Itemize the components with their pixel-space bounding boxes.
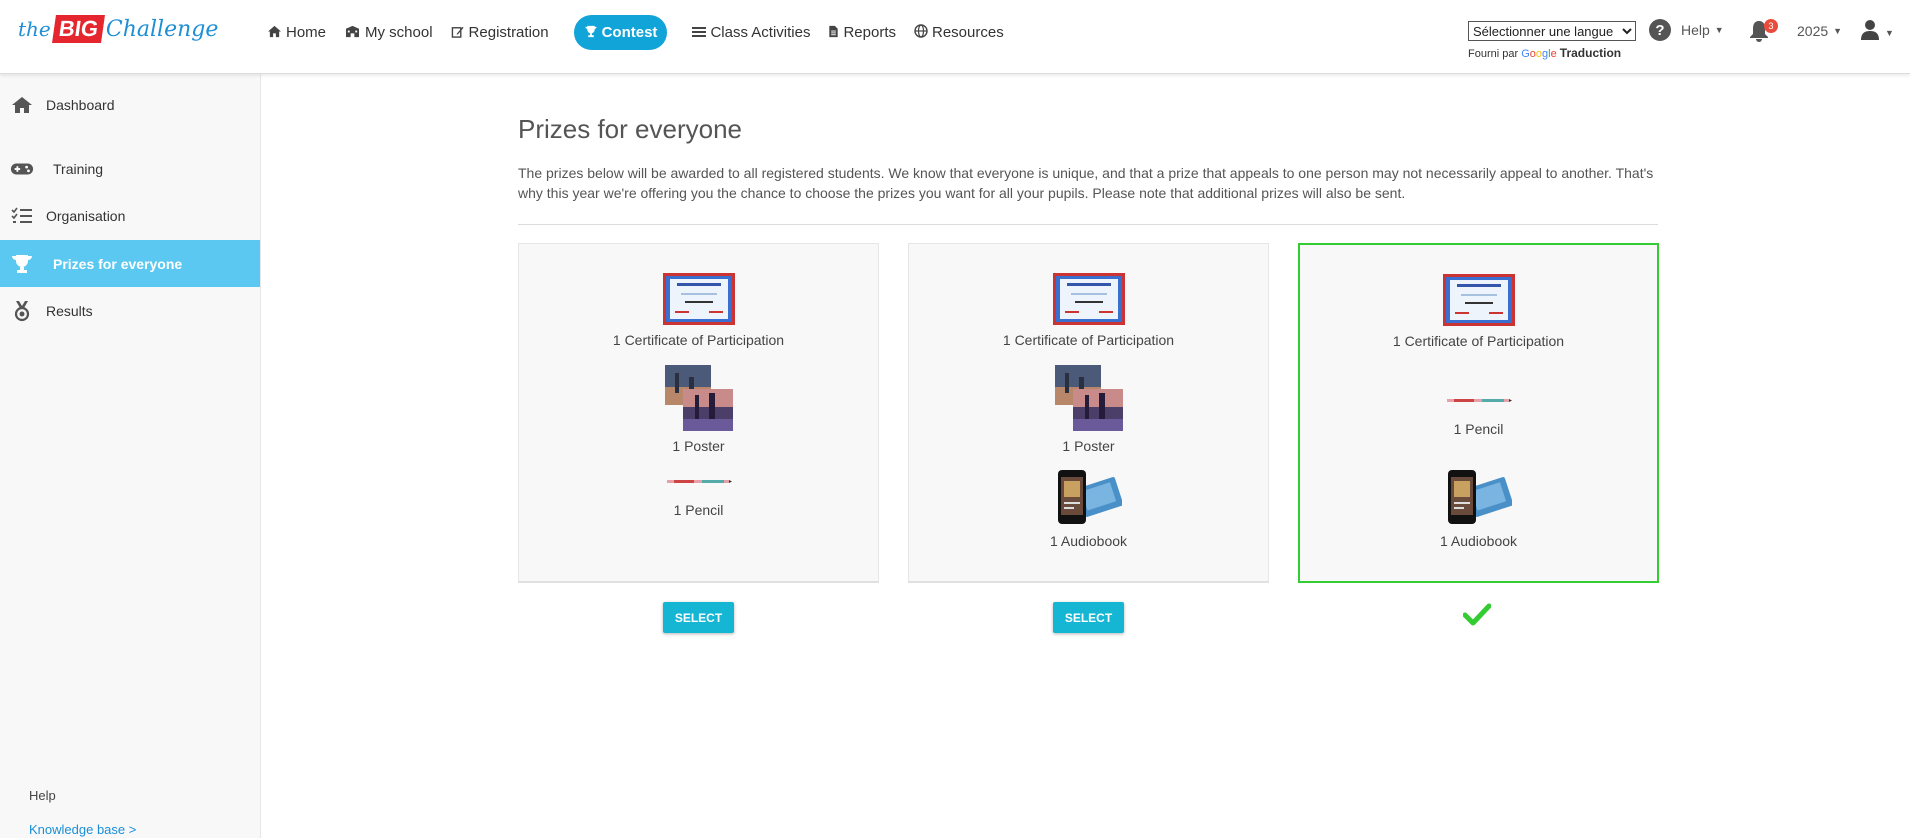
prize-poster: 1 Poster — [519, 365, 878, 454]
year-menu[interactable]: 2025 ▼ — [1797, 23, 1842, 39]
sidebar-item-label: Prizes for everyone — [53, 255, 183, 272]
prize-certificate: 1 Certificate of Participation — [1300, 274, 1657, 349]
logo-the: the — [18, 17, 51, 41]
logo-challenge: Challenge — [105, 16, 219, 42]
prize-label: 1 Audiobook — [1439, 533, 1518, 549]
prize-label: 1 Pencil — [673, 502, 724, 518]
prize-label: 1 Audiobook — [1049, 533, 1128, 549]
big-challenge-logo[interactable]: the BIG Challenge — [18, 12, 218, 46]
sidebar-item-label: Organisation — [46, 208, 126, 224]
knowledge-base-link[interactable]: Knowledge base > — [29, 822, 136, 837]
prize-card: 1 Certificate of Participation 1 Poster … — [518, 243, 879, 583]
prize-card-selected: 1 Certificate of Participation 1 Pencil … — [1298, 243, 1659, 583]
chevron-down-icon: ▼ — [1833, 26, 1843, 36]
poster-image — [664, 365, 733, 436]
main-nav: Home My school Registration Contest Clas… — [258, 15, 1013, 50]
prize-pencil: 1 Pencil — [1300, 388, 1657, 437]
prize-audiobook: 1 Audiobook — [1300, 468, 1657, 549]
certificate-image — [1442, 274, 1515, 331]
chevron-down-icon: ▼ — [1714, 25, 1724, 35]
sidebar-item-organisation[interactable]: Organisation — [0, 193, 260, 239]
prize-audiobook: 1 Audiobook — [909, 468, 1268, 549]
nav-contest[interactable]: Contest — [573, 15, 668, 50]
prize-pencil: 1 Pencil — [519, 469, 878, 518]
help-menu[interactable]: ? Help ▼ — [1649, 19, 1724, 41]
nav-resources-label: Resources — [932, 24, 1004, 41]
nav-reports-label: Reports — [843, 24, 896, 41]
sidebar-item-training[interactable]: Training — [0, 146, 260, 192]
gamepad-icon — [10, 158, 34, 180]
sidebar-item-results[interactable]: Results — [0, 288, 260, 334]
nav-my-school-label: My school — [365, 24, 433, 41]
user-icon — [1860, 19, 1880, 46]
logo-big: BIG — [51, 15, 105, 43]
checklist-icon — [10, 205, 34, 227]
document-icon — [828, 25, 839, 41]
audiobook-image — [1446, 468, 1513, 531]
nav-my-school[interactable]: My school — [335, 15, 442, 50]
question-icon: ? — [1649, 19, 1671, 41]
powered-by-text: Fourni par — [1468, 48, 1519, 60]
help-label: Help — [1681, 22, 1710, 38]
sidebar-item-prizes[interactable]: Prizes for everyone — [0, 240, 260, 287]
prize-card: 1 Certificate of Participation 1 Poster … — [908, 243, 1269, 583]
sidebar-item-label: Dashboard — [46, 97, 115, 113]
nav-contest-label: Contest — [601, 24, 658, 41]
sidebar: Dashboard Training Organisation Prizes f… — [0, 74, 261, 838]
prize-label: 1 Pencil — [1453, 421, 1504, 437]
nav-registration[interactable]: Registration — [442, 15, 558, 50]
user-menu[interactable]: ▼ — [1860, 19, 1894, 46]
trophy-icon — [10, 253, 34, 275]
select-button[interactable]: SELECT — [663, 602, 734, 633]
sidebar-item-label: Results — [46, 303, 93, 319]
nav-class-activities-label: Class Activities — [710, 24, 811, 41]
edit-icon — [451, 25, 465, 41]
top-navbar: the BIG Challenge Home My school Registr… — [0, 0, 1910, 74]
prize-label: 1 Certificate of Participation — [1002, 332, 1175, 348]
pencil-image — [666, 469, 732, 500]
prize-label: 1 Certificate of Participation — [612, 332, 785, 348]
prize-certificate: 1 Certificate of Participation — [909, 273, 1268, 348]
sidebar-help-heading: Help — [29, 788, 56, 803]
prize-certificate: 1 Certificate of Participation — [519, 273, 878, 348]
nav-resources[interactable]: Resources — [905, 15, 1013, 50]
translate-link[interactable]: Traduction — [1560, 46, 1621, 60]
sidebar-item-dashboard[interactable]: Dashboard — [0, 82, 260, 128]
trophy-icon — [584, 25, 598, 41]
certificate-image — [662, 273, 735, 330]
prize-label: 1 Poster — [1062, 438, 1115, 454]
nav-home[interactable]: Home — [258, 15, 335, 50]
check-icon — [1462, 603, 1492, 627]
poster-image — [1054, 365, 1123, 436]
notification-badge: 3 — [1764, 19, 1778, 33]
prize-label: 1 Certificate of Participation — [1392, 333, 1565, 349]
medal-icon — [10, 300, 34, 322]
pencil-image — [1446, 388, 1512, 419]
intro-text: The prizes below will be awarded to all … — [518, 165, 1654, 201]
audiobook-image — [1056, 468, 1123, 531]
chevron-down-icon: ▼ — [1885, 27, 1894, 38]
page-title: Prizes for everyone — [518, 114, 742, 144]
globe-icon — [914, 24, 928, 41]
home-icon — [267, 25, 282, 41]
nav-home-label: Home — [286, 24, 327, 41]
prize-label: 1 Poster — [672, 438, 725, 454]
school-icon — [344, 25, 361, 41]
year-label: 2025 — [1797, 23, 1829, 39]
language-select[interactable]: Sélectionner une langue — [1468, 21, 1636, 41]
sidebar-item-label: Training — [53, 161, 104, 177]
nav-class-activities[interactable]: Class Activities — [683, 15, 819, 50]
certificate-image — [1052, 273, 1125, 330]
language-selector[interactable]: Sélectionner une langue — [1468, 21, 1636, 41]
select-button[interactable]: SELECT — [1053, 602, 1124, 633]
home-icon — [10, 94, 34, 116]
google-wordmark: Google — [1521, 48, 1557, 60]
nav-registration-label: Registration — [468, 24, 549, 41]
nav-reports[interactable]: Reports — [819, 15, 905, 50]
list-icon — [692, 25, 707, 41]
google-translate-credit: Fourni par Google Traduction — [1468, 46, 1621, 60]
prize-poster: 1 Poster — [909, 365, 1268, 454]
divider — [518, 224, 1658, 225]
